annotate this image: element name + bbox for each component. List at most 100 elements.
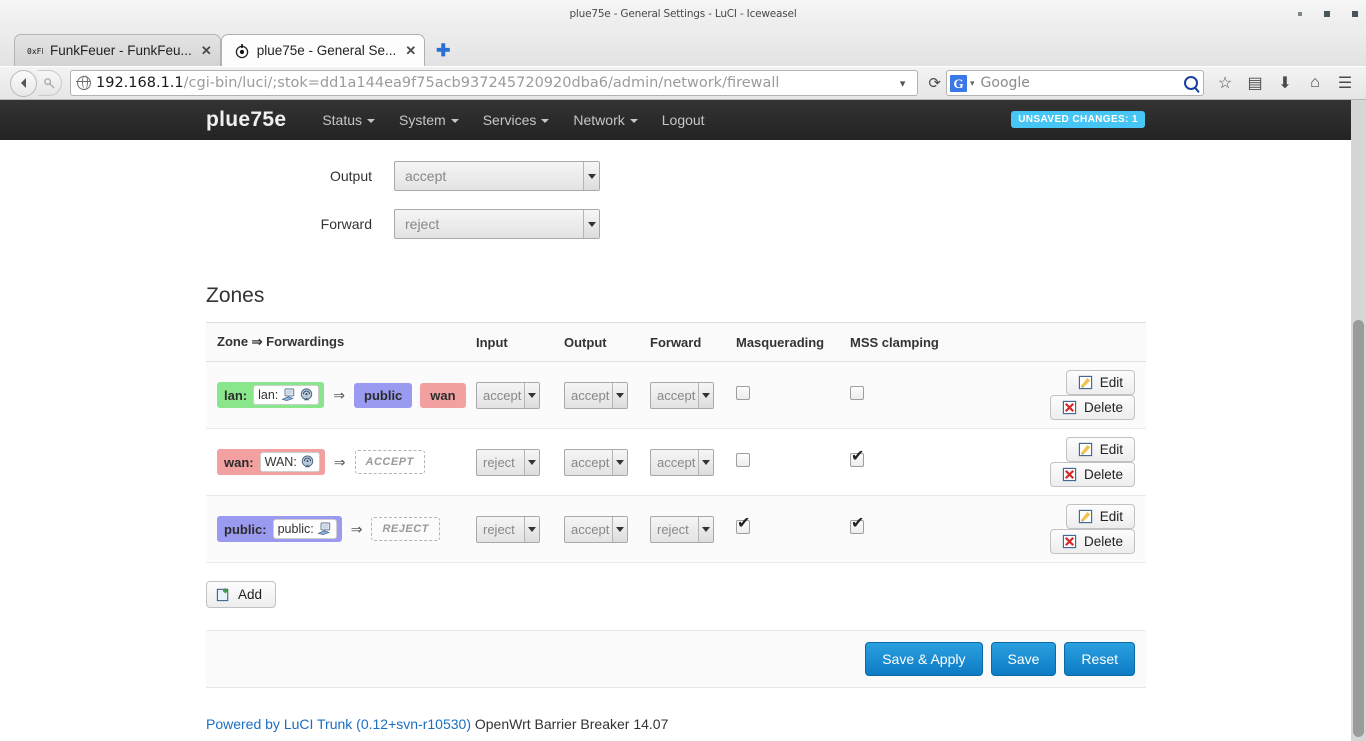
edit-icon bbox=[1078, 442, 1093, 457]
reload-icon[interactable]: ⟳ bbox=[923, 74, 946, 92]
bookmark-star-icon[interactable]: ☆ bbox=[1210, 73, 1240, 93]
new-tab-button[interactable]: ✚ bbox=[433, 42, 453, 60]
select-value: accept bbox=[657, 455, 695, 470]
back-button[interactable] bbox=[10, 70, 37, 97]
url-text: 192.168.1.1/cgi-bin/luci/;stok=dd1a144ea… bbox=[96, 75, 892, 91]
input-policy-select[interactable]: reject bbox=[476, 516, 540, 543]
add-zone-button[interactable]: Add bbox=[206, 581, 276, 608]
forward-tag-accept[interactable]: ACCEPT bbox=[355, 450, 425, 474]
tab-close-icon[interactable]: ✕ bbox=[405, 44, 416, 57]
col-header-zone: Zone ⇒ Forwardings bbox=[206, 323, 476, 362]
window-controls bbox=[1298, 0, 1358, 28]
luci-credit-link[interactable]: Powered by LuCI Trunk (0.12+svn-r10530) bbox=[206, 716, 471, 732]
masquerading-cell bbox=[736, 429, 850, 496]
search-icon[interactable] bbox=[1184, 76, 1198, 90]
url-bar[interactable]: 192.168.1.1/cgi-bin/luci/;stok=dd1a144ea… bbox=[70, 70, 918, 96]
openwrt-favicon bbox=[234, 43, 250, 59]
forward-tag-reject[interactable]: REJECT bbox=[371, 517, 439, 541]
wifi-icon bbox=[299, 388, 314, 402]
save-button[interactable]: Save bbox=[991, 642, 1057, 676]
luci-navbar: plue75e Status System Services Network L… bbox=[0, 100, 1366, 140]
home-icon[interactable]: ⌂ bbox=[1300, 74, 1330, 92]
masquerading-checkbox[interactable] bbox=[736, 520, 750, 534]
chevron-down-icon bbox=[612, 517, 627, 542]
nav-item-services[interactable]: Services bbox=[483, 112, 550, 128]
nav-item-system[interactable]: System bbox=[399, 112, 459, 128]
forward-tag-wan[interactable]: wan bbox=[420, 383, 465, 408]
zone-name: public: bbox=[224, 522, 267, 537]
output-policy-select[interactable]: accept bbox=[394, 161, 600, 191]
forward-policy-select[interactable]: reject bbox=[394, 209, 600, 239]
zone-badge-wan[interactable]: wan: WAN: bbox=[217, 449, 325, 475]
browser-toolbar: 192.168.1.1/cgi-bin/luci/;stok=dd1a144ea… bbox=[0, 66, 1366, 100]
maximize-icon[interactable] bbox=[1324, 11, 1330, 17]
minimize-icon[interactable] bbox=[1298, 12, 1302, 16]
nav-item-logout[interactable]: Logout bbox=[662, 112, 705, 128]
edit-button[interactable]: Edit bbox=[1066, 437, 1135, 462]
forward-tag-public[interactable]: public bbox=[354, 383, 412, 408]
menu-icon[interactable]: ☰ bbox=[1330, 73, 1360, 93]
col-header-forward: Forward bbox=[650, 323, 736, 362]
col-header-actions bbox=[970, 323, 1146, 362]
zone-interfaces: WAN: bbox=[260, 452, 320, 472]
forward-policy-select[interactable]: accept bbox=[650, 382, 714, 409]
edit-button[interactable]: Edit bbox=[1066, 370, 1135, 395]
delete-button[interactable]: Delete bbox=[1050, 462, 1135, 487]
output-policy-select[interactable]: accept bbox=[564, 516, 628, 543]
mss-clamping-checkbox[interactable] bbox=[850, 520, 864, 534]
window-titlebar: plue75e - General Settings - LuCI - Icew… bbox=[0, 0, 1366, 28]
zones-table: Zone ⇒ Forwardings Input Output Forward … bbox=[206, 322, 1146, 563]
chevron-down-icon bbox=[698, 450, 713, 475]
forward-policy-select[interactable]: reject bbox=[650, 516, 714, 543]
output-cell: accept bbox=[564, 362, 650, 429]
input-policy-select[interactable]: reject bbox=[476, 449, 540, 476]
actions-cell: Edit Delete bbox=[970, 429, 1146, 496]
button-label: Add bbox=[238, 587, 262, 602]
masquerading-checkbox[interactable] bbox=[736, 453, 750, 467]
downloads-icon[interactable]: ⬇ bbox=[1270, 73, 1300, 93]
search-bar[interactable]: G ▾ Google bbox=[946, 70, 1204, 96]
close-icon[interactable] bbox=[1352, 11, 1358, 17]
zone-badge-public[interactable]: public: public: bbox=[217, 516, 342, 542]
nav-item-status[interactable]: Status bbox=[322, 112, 375, 128]
input-policy-select[interactable]: accept bbox=[476, 382, 540, 409]
search-input[interactable]: Google bbox=[981, 75, 1184, 91]
button-label: Delete bbox=[1084, 534, 1123, 549]
browser-tab-luci[interactable]: plue75e - General Se... ✕ bbox=[221, 34, 426, 66]
forward-button[interactable] bbox=[38, 70, 62, 96]
col-header-mss-clamping: MSS clamping bbox=[850, 323, 970, 362]
masquerading-cell bbox=[736, 362, 850, 429]
browser-tab-funkfeuer[interactable]: 0xFF FunkFeuer - FunkFeu... ✕ bbox=[14, 34, 221, 66]
delete-icon bbox=[1062, 467, 1077, 482]
col-header-input: Input bbox=[476, 323, 564, 362]
zone-name: wan: bbox=[224, 455, 254, 470]
delete-button[interactable]: Delete bbox=[1050, 529, 1135, 554]
edit-icon bbox=[1078, 375, 1093, 390]
edit-button[interactable]: Edit bbox=[1066, 504, 1135, 529]
select-value: accept bbox=[571, 388, 609, 403]
output-cell: accept bbox=[564, 496, 650, 563]
delete-button[interactable]: Delete bbox=[1050, 395, 1135, 420]
unsaved-changes-badge[interactable]: UNSAVED CHANGES: 1 bbox=[1011, 111, 1145, 128]
interface-label: public: bbox=[278, 522, 314, 536]
nav-item-network[interactable]: Network bbox=[573, 112, 637, 128]
zone-badge-lan[interactable]: lan: lan: bbox=[217, 382, 324, 408]
chevron-down-icon bbox=[367, 119, 375, 123]
scrollbar-thumb[interactable] bbox=[1353, 320, 1364, 737]
forward-cell: accept bbox=[650, 429, 736, 496]
forward-policy-select[interactable]: accept bbox=[650, 449, 714, 476]
mss-clamping-checkbox[interactable] bbox=[850, 386, 864, 400]
chevron-down-icon[interactable]: ▾ bbox=[892, 77, 914, 90]
forward-cell: accept bbox=[650, 362, 736, 429]
save-apply-button[interactable]: Save & Apply bbox=[865, 642, 982, 676]
mss-clamping-checkbox[interactable] bbox=[850, 453, 864, 467]
output-policy-select[interactable]: accept bbox=[564, 382, 628, 409]
chevron-down-icon bbox=[612, 450, 627, 475]
reader-list-icon[interactable]: ▤ bbox=[1240, 73, 1270, 93]
chevron-down-icon[interactable]: ▾ bbox=[970, 78, 975, 89]
reset-button[interactable]: Reset bbox=[1064, 642, 1135, 676]
output-policy-select[interactable]: accept bbox=[564, 449, 628, 476]
tab-close-icon[interactable]: ✕ bbox=[201, 44, 212, 57]
masquerading-checkbox[interactable] bbox=[736, 386, 750, 400]
vertical-scrollbar[interactable] bbox=[1351, 100, 1366, 741]
